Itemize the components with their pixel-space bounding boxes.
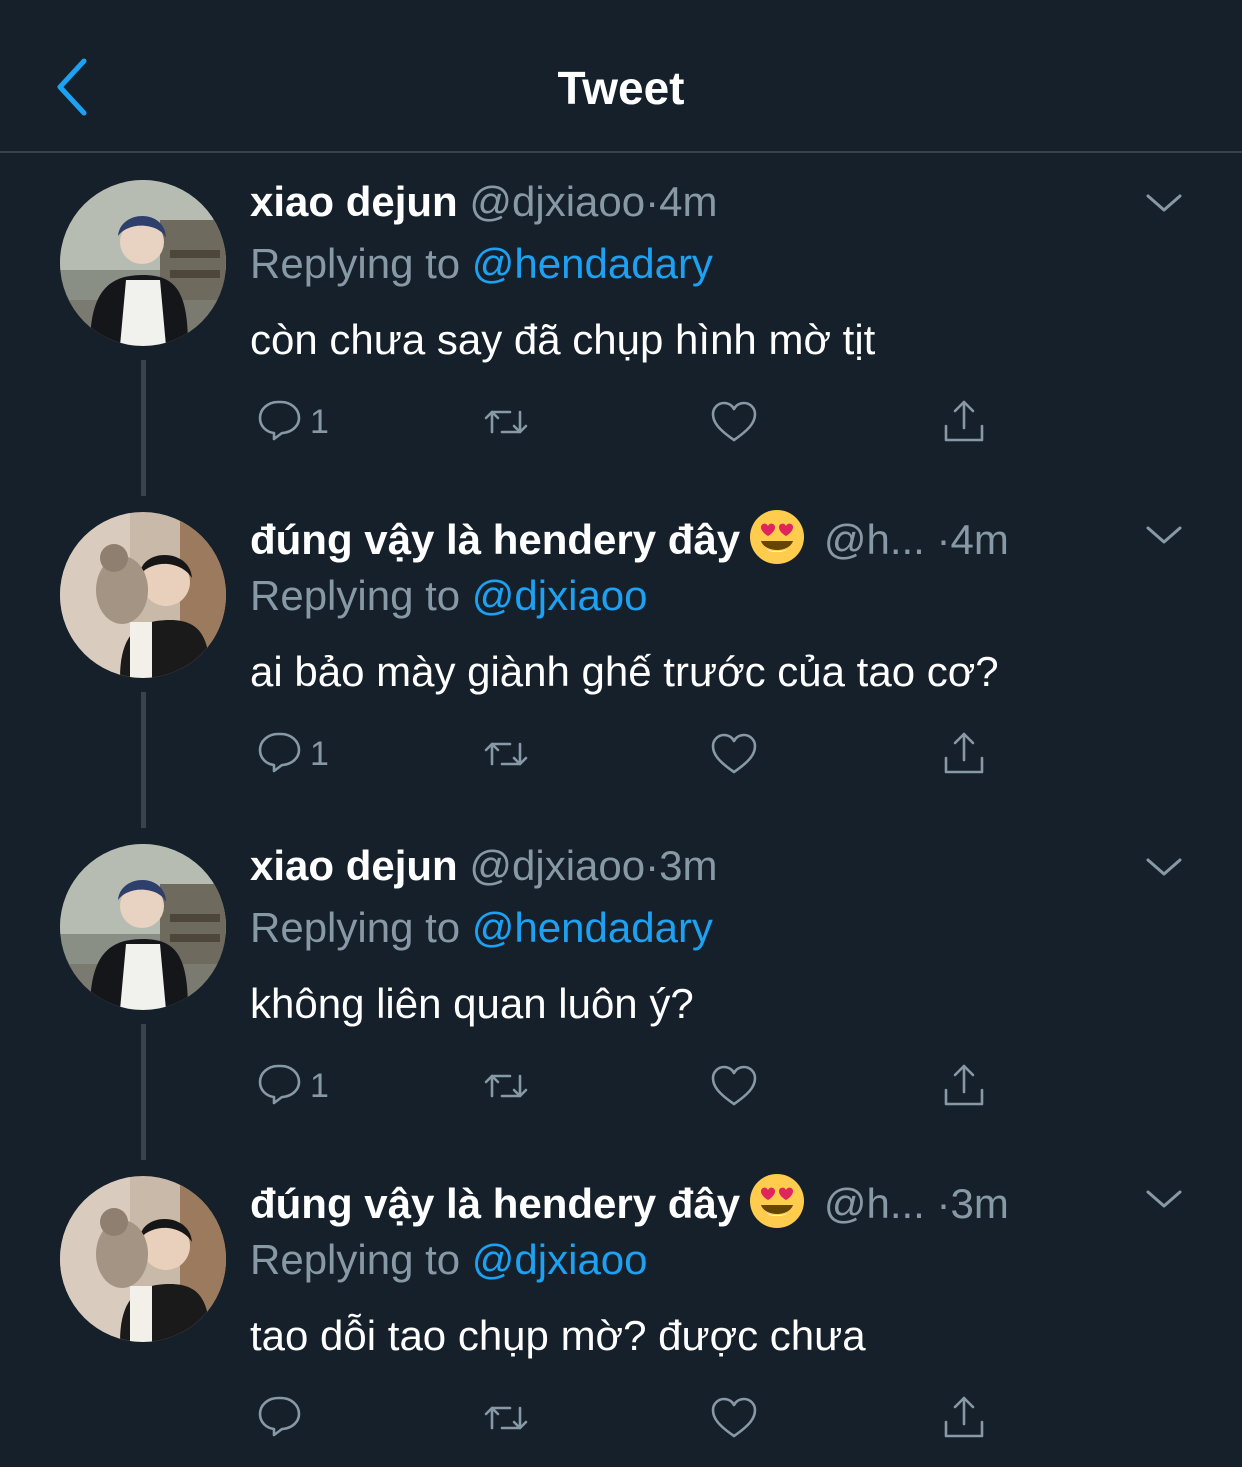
- retweet-button[interactable]: [480, 724, 532, 784]
- retweet-icon: [484, 410, 528, 434]
- tweet-text: tao dỗi tao chụp mờ? được chưa: [250, 1312, 866, 1359]
- reply-button[interactable]: 1: [252, 724, 329, 784]
- heart-icon: [711, 1065, 757, 1106]
- tweet-actions: 1: [0, 1056, 1242, 1116]
- tweet-text: không liên quan luôn ý?: [250, 980, 694, 1027]
- replying-to-label: Replying to: [250, 240, 461, 287]
- mention-link[interactable]: @hendadary: [472, 240, 713, 287]
- tweet-text: còn chưa say đã chụp hình mờ tịt: [250, 316, 876, 363]
- retweet-icon: [484, 1406, 528, 1430]
- replying-to-label: Replying to: [250, 572, 461, 619]
- heart-icon: [711, 1397, 757, 1438]
- heart-icon: [711, 733, 757, 774]
- share-icon: [944, 732, 984, 774]
- separator-dot: ·: [936, 516, 951, 563]
- timestamp[interactable]: 3m: [659, 842, 717, 889]
- tweet-header: xiao dejun @djxiaoo·4m: [250, 176, 1102, 228]
- user-handle[interactable]: @djxiaoo: [469, 178, 645, 225]
- separator-dot: ·: [645, 842, 660, 889]
- share-icon: [944, 400, 984, 442]
- share-button[interactable]: [938, 392, 990, 452]
- timestamp[interactable]: 4m: [951, 516, 1009, 563]
- tweet-header: đúng vậy là hendery đây @h... ·3m: [250, 1172, 1102, 1230]
- timestamp[interactable]: 4m: [659, 178, 717, 225]
- reply-count: 1: [310, 1066, 329, 1105]
- chevron-down-icon[interactable]: [1142, 852, 1186, 882]
- heart-eyes-emoji-icon: [750, 510, 805, 564]
- tweet-text: ai bảo mày giành ghế trước của tao cơ?: [250, 648, 999, 695]
- reply-button[interactable]: 1: [252, 1056, 329, 1116]
- retweet-button[interactable]: [480, 392, 532, 452]
- display-name[interactable]: đúng vậy là hendery đây: [250, 516, 740, 563]
- user-handle[interactable]: @h...: [824, 1180, 925, 1227]
- tweet-actions: 1: [0, 392, 1242, 452]
- retweet-icon: [484, 742, 528, 766]
- avatar[interactable]: [60, 1176, 226, 1342]
- heart-eyes-emoji-icon: [750, 1174, 805, 1228]
- tweet[interactable]: đúng vậy là hendery đây @h... ·3m Replyi…: [0, 1150, 1242, 1467]
- reply-icon: [258, 1396, 301, 1437]
- reply-button[interactable]: 1: [252, 392, 329, 452]
- like-button[interactable]: [708, 1056, 760, 1116]
- avatar[interactable]: [60, 512, 226, 678]
- mention-link[interactable]: @hendadary: [472, 904, 713, 951]
- retweet-button[interactable]: [480, 1388, 532, 1448]
- user-handle[interactable]: @djxiaoo: [469, 842, 645, 889]
- separator-dot: ·: [936, 1180, 951, 1227]
- display-name[interactable]: xiao dejun: [250, 178, 458, 225]
- like-button[interactable]: [708, 1388, 760, 1448]
- timestamp[interactable]: 3m: [951, 1180, 1009, 1227]
- heart-icon: [711, 401, 757, 442]
- chevron-down-icon[interactable]: [1142, 188, 1186, 218]
- display-name[interactable]: đúng vậy là hendery đây: [250, 1180, 740, 1227]
- like-button[interactable]: [708, 392, 760, 452]
- replying-to: Replying to @djxiaoo: [250, 1234, 648, 1286]
- page-title: Tweet: [557, 62, 685, 114]
- separator-dot: ·: [645, 178, 660, 225]
- share-icon: [944, 1064, 984, 1106]
- reply-icon: [258, 1064, 301, 1105]
- share-button[interactable]: [938, 1056, 990, 1116]
- top-bar: Tweet: [0, 0, 1242, 153]
- reply-icon: [258, 732, 301, 773]
- tweet[interactable]: đúng vậy là hendery đây @h... ·4m Replyi…: [0, 486, 1242, 828]
- tweet-actions: 1: [0, 724, 1242, 784]
- user-handle[interactable]: @h...: [824, 516, 925, 563]
- tweet-actions: [0, 1388, 1242, 1448]
- replying-to-label: Replying to: [250, 1236, 461, 1283]
- share-icon: [944, 1396, 984, 1438]
- replying-to-label: Replying to: [250, 904, 461, 951]
- tweet-header: đúng vậy là hendery đây @h... ·4m: [250, 508, 1102, 566]
- replying-to: Replying to @hendadary: [250, 238, 713, 290]
- tweet-header: xiao dejun @djxiaoo·3m: [250, 840, 1102, 892]
- chevron-down-icon[interactable]: [1142, 1184, 1186, 1214]
- avatar[interactable]: [60, 180, 226, 346]
- mention-link[interactable]: @djxiaoo: [472, 572, 648, 619]
- tweet[interactable]: xiao dejun @djxiaoo·3m Replying to @hend…: [0, 818, 1242, 1160]
- reply-count: 1: [310, 734, 329, 773]
- replying-to: Replying to @hendadary: [250, 902, 713, 954]
- reply-button[interactable]: [252, 1388, 304, 1448]
- like-button[interactable]: [708, 724, 760, 784]
- avatar[interactable]: [60, 844, 226, 1010]
- share-button[interactable]: [938, 1388, 990, 1448]
- tweet[interactable]: xiao dejun @djxiaoo·4m Replying to @hend…: [0, 154, 1242, 496]
- retweet-button[interactable]: [480, 1056, 532, 1116]
- chevron-down-icon[interactable]: [1142, 520, 1186, 550]
- reply-icon: [258, 400, 301, 441]
- replying-to: Replying to @djxiaoo: [250, 570, 648, 622]
- share-button[interactable]: [938, 724, 990, 784]
- reply-count: 1: [310, 402, 329, 441]
- display-name[interactable]: xiao dejun: [250, 842, 458, 889]
- mention-link[interactable]: @djxiaoo: [472, 1236, 648, 1283]
- retweet-icon: [484, 1074, 528, 1098]
